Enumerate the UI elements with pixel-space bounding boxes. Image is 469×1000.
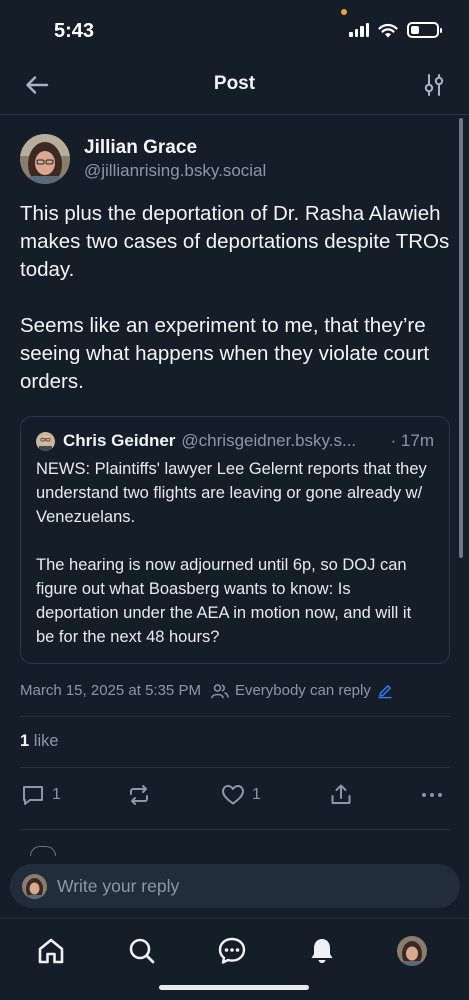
repost-button[interactable] <box>126 782 152 808</box>
avatar[interactable] <box>20 134 70 184</box>
likes-label: like <box>33 732 59 750</box>
page-title: Post <box>213 73 256 94</box>
share-button[interactable] <box>328 782 354 808</box>
reply-permission[interactable]: Everybody can reply <box>211 682 393 699</box>
quoted-author-name: Chris Geidner <box>63 431 176 450</box>
tab-home[interactable] <box>33 933 69 969</box>
tab-profile[interactable] <box>394 933 430 969</box>
wifi-icon <box>378 23 398 37</box>
search-icon <box>129 938 155 964</box>
divider <box>20 716 450 717</box>
home-icon <box>38 938 64 964</box>
composer-avatar <box>22 873 47 899</box>
tab-chat[interactable] <box>214 933 250 969</box>
author-name[interactable]: Jillian Grace <box>84 136 266 160</box>
share-icon <box>331 784 351 804</box>
post: Jillian Grace @jillianrising.bsky.social… <box>20 132 450 396</box>
quoted-author-handle: @chrisgeidner.bsky.s... <box>181 431 357 450</box>
cellular-signal-icon <box>349 23 369 37</box>
divider <box>20 767 450 768</box>
like-button[interactable]: 1 <box>220 782 261 808</box>
more-dots-icon <box>422 793 442 797</box>
reply-input-placeholder[interactable]: Write your reply <box>57 876 179 897</box>
likes-number: 1 <box>20 732 30 750</box>
bell-icon <box>311 939 333 963</box>
tab-search[interactable] <box>124 933 160 969</box>
author-text: Jillian Grace @jillianrising.bsky.social <box>84 136 266 182</box>
reply-count: 1 <box>52 786 61 803</box>
comment-icon <box>23 786 43 805</box>
profile-avatar <box>397 936 427 966</box>
author-row[interactable]: Jillian Grace @jillianrising.bsky.social <box>20 132 450 186</box>
next-reply-avatar <box>30 846 56 856</box>
post-text: This plus the deportation of Dr. Rasha A… <box>20 202 450 393</box>
likes-count[interactable]: 1 like <box>20 732 59 751</box>
chat-icon <box>218 937 246 964</box>
scrollbar[interactable] <box>459 118 463 558</box>
post-header: Post <box>0 60 469 115</box>
post-meta: March 15, 2025 at 5:35 PM Everybody can … <box>20 682 450 699</box>
battery-icon <box>407 22 442 38</box>
more-options-button[interactable] <box>420 782 444 808</box>
status-time: 5:43 <box>54 20 95 42</box>
reply-composer[interactable]: Write your reply <box>10 864 460 908</box>
composer-bar: Write your reply <box>0 856 469 918</box>
quoted-post-header: Chris Geidner @chrisgeidner.bsky.s... · … <box>36 431 434 451</box>
author-handle[interactable]: @jillianrising.bsky.social <box>84 160 266 182</box>
sliders-icon <box>424 74 444 96</box>
heart-icon <box>222 785 244 805</box>
tab-notifications[interactable] <box>304 933 340 969</box>
like-count: 1 <box>252 786 261 803</box>
repost-icon <box>130 785 148 805</box>
privacy-indicator-dot <box>341 9 347 15</box>
people-icon <box>211 683 229 698</box>
quoted-post-text: NEWS: Plaintiffs' lawyer Lee Gelernt rep… <box>36 460 427 646</box>
reply-button[interactable]: 1 <box>20 782 61 808</box>
pencil-icon <box>378 684 392 698</box>
quoted-post-time: · 17m <box>390 431 434 450</box>
post-timestamp: March 15, 2025 at 5:35 PM <box>20 682 201 699</box>
quoted-author-avatar <box>36 431 55 451</box>
battery-level <box>411 26 420 34</box>
quoted-post[interactable]: Chris Geidner @chrisgeidner.bsky.s... · … <box>20 416 450 664</box>
divider <box>20 829 450 830</box>
home-indicator[interactable] <box>159 985 309 990</box>
post-actions: 1 1 <box>20 782 450 814</box>
thread-settings-button[interactable] <box>421 70 447 100</box>
reply-permission-label: Everybody can reply <box>234 682 371 699</box>
status-bar: 5:43 <box>0 0 469 60</box>
status-icons <box>349 22 442 38</box>
